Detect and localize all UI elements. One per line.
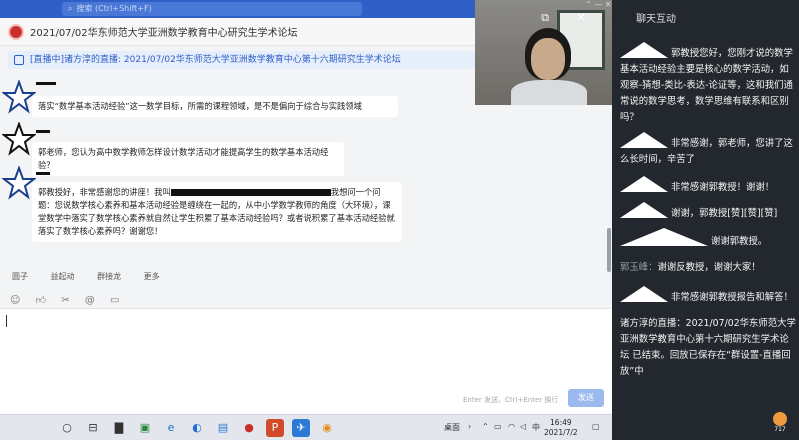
minimize-icon[interactable]: — <box>594 0 602 9</box>
redacted-name-mark <box>620 42 668 58</box>
edge-browser-icon[interactable]: ◐ <box>188 419 206 437</box>
send-button[interactable]: 发送 <box>568 389 604 407</box>
speaker-video: ⧉ ✕ <box>475 0 612 105</box>
chat-message: 郭玉峰：谢谢反教授，谢谢大家！ <box>620 260 796 276</box>
sender-name-redacted <box>36 130 50 133</box>
redacted-name-mark <box>620 176 668 192</box>
chat-message: 诸方淳的直播：2021/07/02华东师范大学亚洲数学教育中心第十六期研究生学术… <box>620 316 796 380</box>
top-bar: ⌕ 搜索 (Ctrl+Shift+F) <box>0 0 475 18</box>
battery-icon: ▭ <box>494 422 502 431</box>
sender-name-redacted <box>36 172 50 175</box>
close-window-icon[interactable]: ✕ <box>605 0 612 9</box>
dingtalk-icon[interactable]: ✈ <box>292 419 310 437</box>
message-bubble: 郭老师，您认为高中数学教师怎样设计数学活动才能提高学生的数学基本活动经验？ <box>32 142 344 176</box>
screen-icon[interactable]: ▭ <box>110 295 119 306</box>
tray-overflow-icon[interactable]: ⌃ <box>482 422 489 431</box>
powerpoint-icon[interactable]: P <box>266 419 284 437</box>
redacted-name-mark <box>620 228 708 246</box>
video-person-body <box>511 80 587 105</box>
interaction-panel: 聊天互动 郭教授您好，您刚才说的数学基本活动经验主要是核心的数学活动，如观察-猜… <box>612 0 799 440</box>
close-icon[interactable]: ✕ <box>573 10 589 26</box>
at-icon[interactable]: @ <box>85 295 95 306</box>
avatar[interactable] <box>1 165 37 200</box>
live-banner-text: [直播中]诸方淳的直播: 2021/07/02华东师范大学亚洲数学教育中心第十六… <box>30 55 401 65</box>
scrollbar[interactable] <box>607 228 611 272</box>
send-hint: Enter 发送，Ctrl+Enter 换行 <box>463 396 559 404</box>
panel-title: 聊天互动 <box>636 14 676 25</box>
clock[interactable]: 16:49 2021/7/2 <box>544 418 578 438</box>
chat-message: 谢谢，郭教授[赞][赞][赞] <box>620 202 796 222</box>
redacted-name-mark <box>620 132 668 148</box>
message-input[interactable]: Enter 发送，Ctrl+Enter 换行 发送 <box>0 308 612 414</box>
chat-message-text: 郭教授您好，您刚才说的数学基本活动经验主要是核心的数学活动，如观察-猜想-类比-… <box>620 48 793 123</box>
task-view-icon[interactable]: ⊟ <box>84 419 102 437</box>
redacted-name-mark <box>620 202 668 218</box>
group-avatar[interactable] <box>8 24 24 40</box>
chat-app-toolbar: 圆子 益起动 群接龙 更多 <box>12 271 180 282</box>
excel-icon[interactable]: ▣ <box>136 419 154 437</box>
edge-icon[interactable]: e <box>162 419 180 437</box>
app-icon[interactable]: ● <box>240 419 258 437</box>
chat-sender-name: 诸方淳的直播： <box>620 318 686 329</box>
avatar[interactable] <box>1 121 37 156</box>
chat-message-text: 非常感谢郭教授报告和解答！ <box>670 292 793 303</box>
emoji-icon[interactable]: ☺ <box>10 295 20 306</box>
chat-message-text: 谢谢反教授，谢谢大家！ <box>657 262 761 273</box>
taskbar: ○ ⊟ ▇ ▣ e ◐ ▤ ● P ✈ ◉ 桌面 › ⌃ ▭ ◠ ◁ 中 16:… <box>0 414 612 440</box>
sender-name-redacted <box>36 82 56 85</box>
volume-icon[interactable]: ◁ <box>520 422 526 431</box>
chat-title: 2021/07/02华东师范大学亚洲数学教育中心研究生学术论坛 <box>30 28 298 39</box>
cortana-icon[interactable]: ○ <box>58 419 76 437</box>
message-text: 郭教授好，非常感谢您的讲座！我叫 <box>38 187 171 197</box>
chat-message-text: 非常感谢郭教授！谢谢！ <box>670 182 775 193</box>
chat-message-text: 谢谢，郭教授[赞][赞][赞] <box>670 208 778 219</box>
toolbar-app-item[interactable]: 更多 <box>144 272 160 281</box>
app-icon[interactable]: ◉ <box>318 419 336 437</box>
screen: ⌕ 搜索 (Ctrl+Shift+F) 2021/07/02华东师范大学亚洲数学教… <box>0 0 799 440</box>
toolbar-app-item[interactable]: 圆子 <box>12 272 28 281</box>
avatar[interactable] <box>1 79 37 114</box>
like-icon <box>773 412 787 426</box>
input-toolbar: ☺ 👍︎ ✂ @ ▭ <box>10 294 131 306</box>
message-bubble: 郭教授好，非常感谢您的讲座！我叫 我想问一个问题：您说数学核心素养和基本活动经验是… <box>32 182 402 242</box>
chat-sender-name: 郭玉峰： <box>620 262 658 273</box>
message-text: 落实“数学基本活动经验”这一数学目标，所需的课程领域，是不是偏向于综合与实践领域 <box>38 101 362 111</box>
file-explorer-icon[interactable]: ▇ <box>110 419 128 437</box>
popout-icon[interactable]: ⧉ <box>537 10 553 26</box>
video-person-face <box>531 38 565 80</box>
message-bubble: 落实“数学基本活动经验”这一数学目标，所需的课程领域，是不是偏向于综合与实践领域 <box>32 96 398 117</box>
notification-icon[interactable]: ▢ <box>592 422 600 431</box>
search-placeholder: 搜索 (Ctrl+Shift+F) <box>76 4 152 13</box>
live-icon <box>14 55 24 65</box>
chat-message: 谢谢郭教授。 <box>620 228 796 250</box>
like-counter[interactable]: 717 <box>770 412 790 434</box>
text-caret <box>6 315 7 327</box>
scissors-icon[interactable]: ✂ <box>61 295 69 306</box>
redacted-name-mark <box>620 286 668 302</box>
chat-message: 非常感谢郭教授！谢谢！ <box>620 176 796 196</box>
ime-indicator[interactable]: 中 <box>532 422 540 433</box>
wifi-icon[interactable]: ◠ <box>508 422 515 431</box>
store-icon[interactable]: ▤ <box>214 419 232 437</box>
desktop-label[interactable]: 桌面 <box>444 422 460 433</box>
tray-arrow-icon[interactable]: › <box>468 422 471 431</box>
chat-message-text: 谢谢郭教授。 <box>710 236 768 247</box>
window-controls: ⌃ — ✕ <box>585 0 612 9</box>
clock-date: 2021/7/2 <box>544 428 578 437</box>
redaction-bar <box>170 189 331 196</box>
pin-icon[interactable]: ⌃ <box>585 0 592 9</box>
chat-message: 非常感谢，郭老师，您讲了这么长时间，辛苦了 <box>620 132 796 168</box>
like-icon[interactable]: 👍︎ <box>36 295 46 306</box>
chat-message: 郭教授您好，您刚才说的数学基本活动经验主要是核心的数学活动，如观察-猜想-类比-… <box>620 42 796 126</box>
chat-message: 非常感谢郭教授报告和解答！ <box>620 286 796 306</box>
like-count: 717 <box>774 426 786 433</box>
search-icon: ⌕ <box>68 4 73 13</box>
search-input[interactable]: ⌕ 搜索 (Ctrl+Shift+F) <box>62 2 362 16</box>
clock-time: 16:49 <box>550 418 572 427</box>
message-text: 郭老师，您认为高中数学教师怎样设计数学活动才能提高学生的数学基本活动经验？ <box>38 147 329 170</box>
toolbar-app-item[interactable]: 群接龙 <box>97 272 121 281</box>
toolbar-app-item[interactable]: 益起动 <box>51 272 75 281</box>
